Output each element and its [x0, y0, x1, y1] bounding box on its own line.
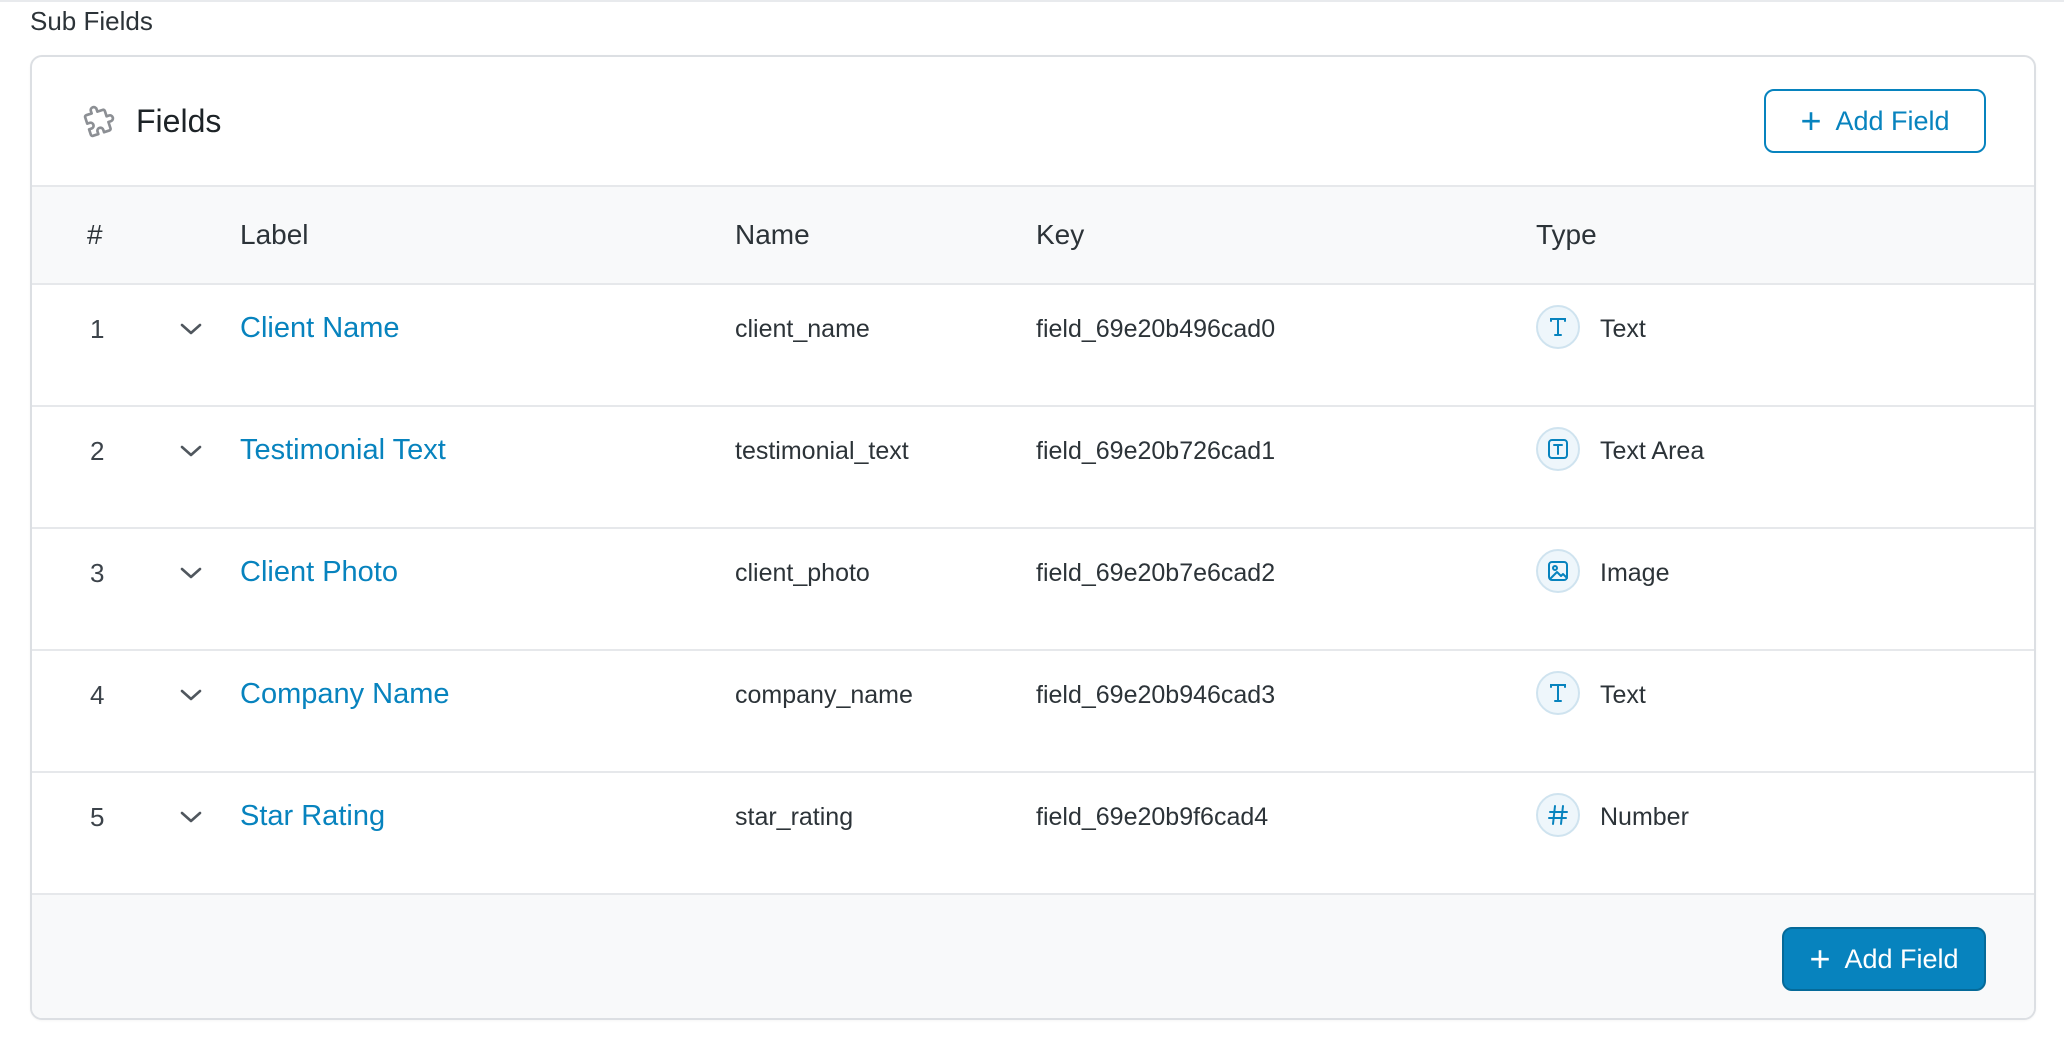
field-label-link[interactable]: Company Name — [240, 675, 450, 713]
column-header-number: # — [87, 219, 103, 250]
text-icon — [1536, 305, 1580, 349]
text-icon — [1536, 671, 1580, 715]
column-header-label: Label — [240, 219, 309, 250]
field-type: Image — [1600, 559, 1670, 587]
chevron-down-icon[interactable] — [178, 563, 204, 583]
field-key: field_69e20b9f6cad4 — [1036, 803, 1269, 831]
row-number: 2 — [90, 436, 105, 466]
row-number: 3 — [90, 558, 105, 588]
row-number: 1 — [90, 314, 105, 344]
field-key: field_69e20b946cad3 — [1036, 681, 1276, 709]
table-header: # Label Name Key Type — [32, 187, 2034, 285]
row-number: 4 — [90, 680, 105, 710]
field-label-link[interactable]: Client Name — [240, 309, 400, 347]
add-field-button-bottom[interactable]: + Add Field — [1782, 927, 1986, 991]
field-key: field_69e20b726cad1 — [1036, 437, 1276, 465]
column-header-key: Key — [1036, 219, 1085, 250]
textarea-icon — [1536, 427, 1580, 471]
column-header-name: Name — [735, 219, 810, 250]
field-name: testimonial_text — [735, 437, 909, 465]
table-row[interactable]: 2 Testimonial Text testimonial_text fiel… — [32, 407, 2034, 529]
panel-footer: + Add Field — [32, 895, 2034, 1018]
panel-header: Fields + Add Field — [32, 57, 2034, 187]
column-header-type: Type — [1536, 219, 1597, 250]
table-row[interactable]: 4 Company Name company_name field_69e20b… — [32, 651, 2034, 773]
plus-icon: + — [1800, 100, 1822, 141]
puzzle-icon — [83, 105, 115, 138]
plus-icon: + — [1809, 938, 1831, 979]
field-name: client_name — [735, 315, 870, 343]
chevron-down-icon[interactable] — [178, 441, 204, 461]
table-row[interactable]: 3 Client Photo client_photo field_69e20b… — [32, 529, 2034, 651]
number-icon — [1536, 793, 1580, 837]
row-number: 5 — [90, 802, 105, 832]
image-icon — [1536, 549, 1580, 593]
section-title: Sub Fields — [30, 6, 153, 36]
top-divider — [0, 0, 2064, 2]
field-type: Text — [1600, 315, 1646, 343]
add-field-label: Add Field — [1835, 105, 1950, 136]
field-label-link[interactable]: Testimonial Text — [240, 431, 446, 469]
field-label-link[interactable]: Star Rating — [240, 797, 385, 835]
field-name: star_rating — [735, 803, 854, 831]
field-type: Text — [1600, 681, 1646, 709]
table-row[interactable]: 5 Star Rating star_rating field_69e20b9f… — [32, 773, 2034, 895]
chevron-down-icon[interactable] — [178, 807, 204, 827]
field-label-link[interactable]: Client Photo — [240, 553, 398, 591]
add-field-button-top[interactable]: + Add Field — [1764, 89, 1986, 153]
field-name: client_photo — [735, 559, 870, 587]
field-key: field_69e20b7e6cad2 — [1036, 559, 1276, 587]
add-field-label: Add Field — [1844, 943, 1959, 974]
chevron-down-icon[interactable] — [178, 319, 204, 339]
field-type: Text Area — [1600, 437, 1705, 465]
fields-panel: Fields + Add Field # Label Name Key Type… — [30, 55, 2036, 1020]
field-name: company_name — [735, 681, 913, 709]
field-type: Number — [1600, 803, 1689, 831]
field-key: field_69e20b496cad0 — [1036, 315, 1276, 343]
chevron-down-icon[interactable] — [178, 685, 204, 705]
table-row[interactable]: 1 Client Name client_name field_69e20b49… — [32, 285, 2034, 407]
panel-title: Fields — [136, 103, 222, 139]
